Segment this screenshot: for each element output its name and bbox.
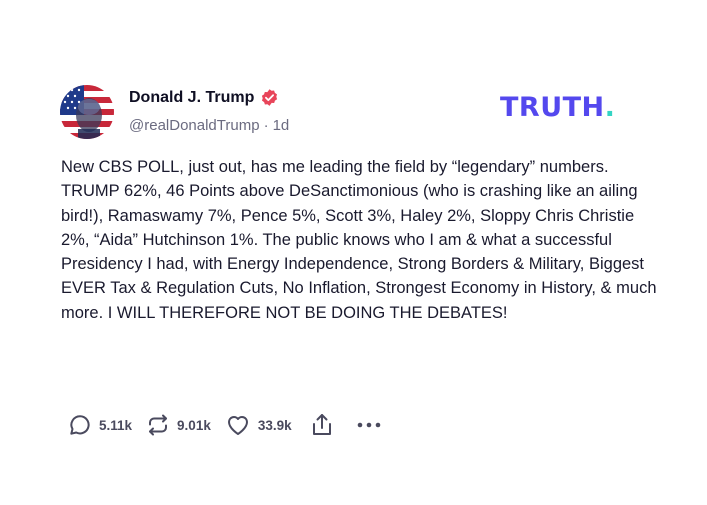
share-button[interactable] [310,412,334,438]
retruth-count: 9.01k [177,417,211,433]
truth-logo[interactable]: TRUTH. [500,94,615,121]
author-meta: @realDonaldTrump · 1d [129,117,289,134]
like-count: 33.9k [257,417,292,433]
post-timestamp[interactable]: 1d [273,117,290,134]
verified-badge-icon [262,89,278,106]
reply-count: 5.11k [99,417,133,433]
retruth-button[interactable]: 9.01k [146,413,211,437]
author-display-name[interactable]: Donald J. Trump [129,89,254,107]
retruth-icon [149,414,168,436]
like-icon [227,416,248,435]
like-button[interactable]: 33.9k [225,413,292,437]
reply-icon [70,415,90,435]
author-name-row[interactable]: Donald J. Trump [129,88,279,107]
avatar-image [60,85,114,139]
post-body: New CBS POLL, just out, has me leading t… [61,158,657,322]
more-options-button[interactable] [356,420,382,430]
avatar[interactable] [60,85,114,139]
logo-text: TRUTH [500,92,605,123]
post-card: Donald J. Trump @realDonaldTrump · 1d TRUT… [0,0,707,505]
author-handle[interactable]: @realDonaldTrump [129,117,260,134]
logo-dot: . [604,92,616,123]
more-icon [357,422,380,428]
meta-separator: · [263,117,269,134]
share-icon [312,414,331,435]
reply-button[interactable]: 5.11k [68,413,132,437]
action-bar: 5.11k 9.01k 33.9k [68,410,382,440]
